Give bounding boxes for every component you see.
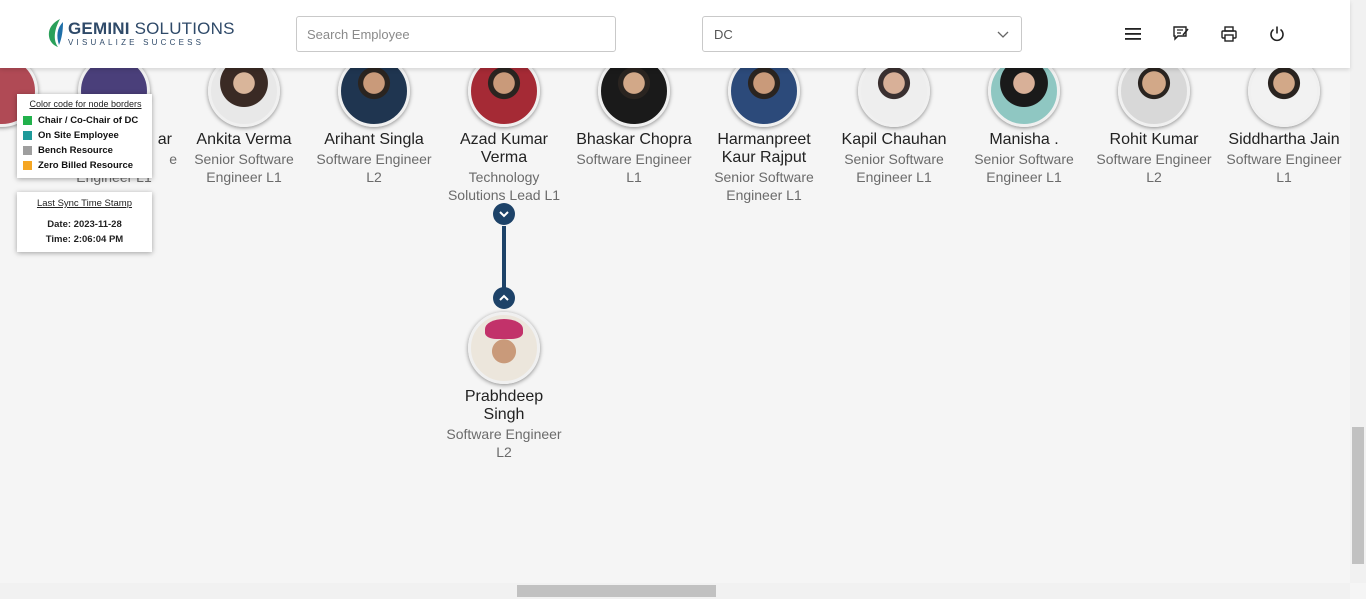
employee-node[interactable]: Ankita Verma Senior Software Engineer L1 xyxy=(179,68,309,186)
department-selected-value: DC xyxy=(714,26,733,42)
employee-role: Software Engineer xyxy=(576,151,692,167)
expand-parent-toggle-button[interactable] xyxy=(493,287,515,309)
vertical-scrollbar-thumb[interactable] xyxy=(1352,427,1364,564)
employee-avatar xyxy=(338,68,410,127)
employee-role: Software Engineer xyxy=(316,151,432,167)
chevron-up-icon xyxy=(499,294,509,301)
employee-node[interactable]: Azad Kumar Verma Technology Solutions Le… xyxy=(439,68,569,204)
horizontal-scrollbar[interactable] xyxy=(0,583,1350,599)
legend-label: Chair / Co-Chair of DC xyxy=(38,115,139,126)
print-icon xyxy=(1221,26,1237,42)
employee-name: Singh xyxy=(483,406,525,423)
logo-wordmark: GEMINI SOLUTIONS xyxy=(68,18,235,38)
feedback-button[interactable] xyxy=(1171,24,1191,44)
employee-name: Rohit Kumar xyxy=(1109,131,1199,148)
employee-role: L1 xyxy=(626,169,642,185)
power-icon xyxy=(1270,26,1284,42)
legend-swatch xyxy=(23,131,32,140)
collapse-toggle-button[interactable] xyxy=(493,203,515,225)
employee-role: Senior Software xyxy=(194,151,294,167)
employee-avatar xyxy=(468,68,540,127)
legend-swatch xyxy=(23,116,32,125)
legend-label: Bench Resource xyxy=(38,145,113,156)
menu-icon xyxy=(1125,28,1141,40)
legend-swatch xyxy=(23,161,32,170)
employee-role: Engineer L1 xyxy=(856,169,932,185)
employee-role: Software Engineer xyxy=(446,426,562,442)
border-color-legend: Color code for node borders Chair / Co-C… xyxy=(17,94,152,178)
employee-name: Siddhartha Jain xyxy=(1228,131,1340,148)
legend-item: Zero Billed Resource xyxy=(23,160,148,171)
logo-tagline: VISUALIZE SUCCESS xyxy=(68,37,205,47)
gemini-leaf-icon xyxy=(48,19,63,47)
search-employee-input[interactable] xyxy=(296,16,616,52)
employee-avatar xyxy=(468,312,540,384)
employee-node-child[interactable]: Prabhdeep Singh Software Engineer L2 xyxy=(439,312,569,461)
employee-avatar xyxy=(728,68,800,127)
employee-role: Engineer L1 xyxy=(206,169,282,185)
department-select[interactable]: DC xyxy=(702,16,1022,52)
legend-swatch xyxy=(23,146,32,155)
legend-item: Chair / Co-Chair of DC xyxy=(23,115,148,126)
feedback-icon xyxy=(1173,26,1189,41)
employee-name: Kaur Rajput xyxy=(721,149,807,166)
employee-role: Engineer L1 xyxy=(726,187,802,203)
employee-name: Bhaskar Chopra xyxy=(576,131,692,148)
legend-label: On Site Employee xyxy=(38,130,119,141)
employee-node[interactable]: Rohit Kumar Software Engineer L2 xyxy=(1089,68,1219,186)
employee-role: Software Engineer xyxy=(1096,151,1212,167)
employee-avatar xyxy=(208,68,280,127)
employee-node[interactable]: Kapil Chauhan Senior Software Engineer L… xyxy=(829,68,959,186)
employee-role: L2 xyxy=(1146,169,1162,185)
sync-date: Date: 2023-11-28 xyxy=(47,219,122,230)
legend-label: Zero Billed Resource xyxy=(38,160,134,171)
chevron-down-icon xyxy=(997,31,1009,38)
last-sync-panel: Last Sync Time Stamp Date: 2023-11-28 Ti… xyxy=(17,192,152,252)
horizontal-scrollbar-thumb[interactable] xyxy=(517,585,716,597)
print-button[interactable] xyxy=(1219,24,1239,44)
turban-shape xyxy=(485,319,523,339)
employee-avatar xyxy=(1248,68,1320,127)
sync-title: Last Sync Time Stamp xyxy=(36,198,133,209)
employee-role: L2 xyxy=(496,444,512,460)
employee-avatar xyxy=(988,68,1060,127)
employee-node[interactable]: Siddhartha Jain Software Engineer L1 xyxy=(1219,68,1349,186)
employee-avatar xyxy=(598,68,670,127)
employee-name: Arihant Singla xyxy=(324,131,424,148)
vertical-scrollbar[interactable] xyxy=(1350,0,1366,583)
org-chart-canvas[interactable]: dal ngi ar e Engineer L1 Ankita Verma Se… xyxy=(0,68,1350,583)
employee-name: Prabhdeep xyxy=(464,388,544,405)
employee-name: Harmanpreet xyxy=(717,131,811,148)
employee-role: Senior Software xyxy=(844,151,944,167)
employee-role: Solutions Lead L1 xyxy=(447,187,561,203)
employee-name: Verma xyxy=(480,149,528,166)
employee-node[interactable]: Bhaskar Chopra Software Engineer L1 xyxy=(569,68,699,186)
employee-avatar xyxy=(858,68,930,127)
legend-title: Color code for node borders xyxy=(29,99,142,109)
employee-role: Engineer L1 xyxy=(986,169,1062,185)
employee-role: Senior Software xyxy=(974,151,1074,167)
employee-node[interactable]: Arihant Singla Software Engineer L2 xyxy=(309,68,439,186)
sync-time: Time: 2:06:04 PM xyxy=(45,234,124,245)
employee-role: Software Engineer xyxy=(1226,151,1342,167)
employee-role: Senior Software xyxy=(714,169,814,185)
employee-name: Kapil Chauhan xyxy=(841,131,947,148)
legend-item: On Site Employee xyxy=(23,130,148,141)
logout-button[interactable] xyxy=(1267,24,1287,44)
employee-role: L2 xyxy=(366,169,382,185)
chevron-down-icon xyxy=(499,211,509,218)
top-navigation-bar: GEMINI SOLUTIONS VISUALIZE SUCCESS DC xyxy=(0,0,1350,68)
employee-role: Technology xyxy=(468,169,540,185)
company-logo[interactable]: GEMINI SOLUTIONS VISUALIZE SUCCESS xyxy=(46,16,235,50)
employee-avatar xyxy=(1118,68,1190,127)
menu-button[interactable] xyxy=(1123,24,1143,44)
employee-name: Ankita Verma xyxy=(196,131,292,148)
legend-item: Bench Resource xyxy=(23,145,148,156)
employee-name: Manisha . xyxy=(989,131,1059,148)
employee-name: Azad Kumar xyxy=(459,131,549,148)
employee-node[interactable]: Manisha . Senior Software Engineer L1 xyxy=(959,68,1089,186)
employee-node[interactable]: Harmanpreet Kaur Rajput Senior Software … xyxy=(699,68,829,204)
employee-role: L1 xyxy=(1276,169,1292,185)
